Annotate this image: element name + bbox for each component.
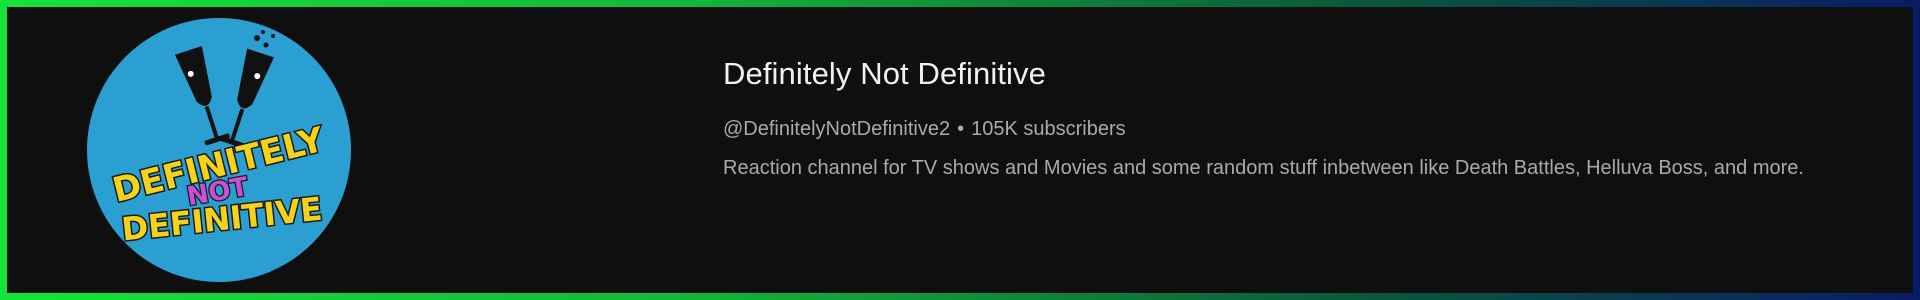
channel-description[interactable]: Reaction channel for TV shows and Movies…: [723, 150, 1898, 186]
channel-info: Definitely Not Definitive @DefinitelyNot…: [723, 55, 1903, 186]
channel-handle[interactable]: @DefinitelyNotDefinitive2: [723, 118, 950, 140]
channel-avatar[interactable]: DEFINITELY NOT DEFINITIVE: [87, 18, 351, 282]
channel-banner-frame: DEFINITELY NOT DEFINITIVE Definitely Not…: [0, 0, 1920, 300]
channel-header-card: DEFINITELY NOT DEFINITIVE Definitely Not…: [7, 7, 1913, 293]
channel-name[interactable]: Definitely Not Definitive: [723, 55, 1903, 93]
channel-logo: DEFINITELY NOT DEFINITIVE: [107, 30, 330, 250]
champagne-glasses-icon: [174, 30, 275, 148]
channel-meta: @DefinitelyNotDefinitive2 • 105K subscribe…: [723, 115, 1903, 143]
meta-separator: •: [957, 118, 965, 140]
subscriber-count: 105K subscribers: [971, 118, 1126, 140]
